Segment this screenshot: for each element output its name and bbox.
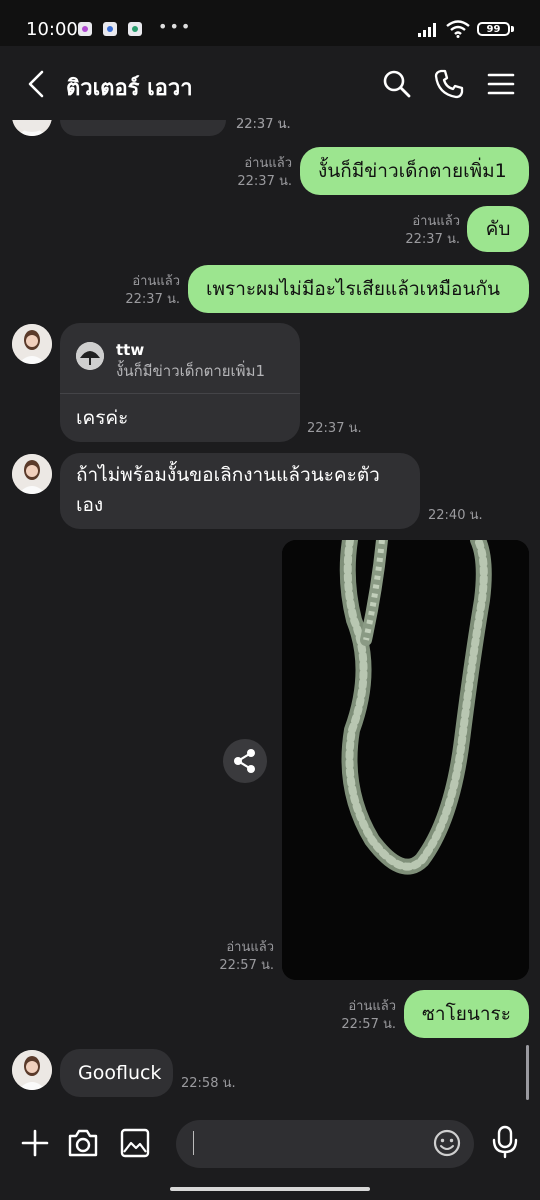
text-cursor xyxy=(193,1131,194,1155)
photo-message[interactable] xyxy=(282,540,529,980)
battery-icon: 99 xyxy=(477,22,510,36)
share-icon xyxy=(234,749,255,773)
message-time: 22:37 น. xyxy=(236,117,291,132)
message-bubble-partial-tail xyxy=(60,120,226,136)
message-bubble-outgoing[interactable]: งั้นก็มีข่าวเด็กตายเพิ่ม1 xyxy=(300,147,529,195)
menu-icon[interactable] xyxy=(485,68,517,100)
message-input[interactable] xyxy=(176,1120,474,1168)
quoted-avatar xyxy=(76,342,104,370)
more-notifications-icon: ••• xyxy=(158,17,193,36)
avatar-partial xyxy=(12,120,52,132)
plus-icon[interactable] xyxy=(20,1128,50,1158)
message-bubble-outgoing[interactable]: เพราะผมไม่มีอะไรเสียแล้วเหมือนกัน xyxy=(188,265,529,313)
message-bubble-incoming[interactable]: Goofluck xyxy=(60,1049,173,1097)
message-bubble-incoming[interactable]: ถ้าไม่พร้อมงั้นขอเลิกงานแล้วนะคะตัว เอง xyxy=(60,453,420,529)
home-indicator[interactable] xyxy=(170,1187,370,1191)
image-icon[interactable] xyxy=(119,1127,151,1159)
status-time: 10:00 xyxy=(26,19,78,40)
avatar[interactable] xyxy=(12,1050,52,1090)
signal-icon xyxy=(418,23,436,37)
message-bubble-outgoing[interactable]: คับ xyxy=(467,206,529,252)
read-receipt: อ่านแล้ว 22:37 น. xyxy=(405,214,460,247)
chevron-left-icon[interactable] xyxy=(22,68,54,100)
avatar[interactable] xyxy=(12,454,52,494)
chat-title: ติวเตอร์ เอวา xyxy=(66,76,193,101)
read-receipt: อ่านแล้ว 22:57 น. xyxy=(341,999,396,1032)
read-receipt: อ่านแล้ว 22:57 น. xyxy=(219,940,274,973)
share-button[interactable] xyxy=(223,739,267,783)
battery-tip xyxy=(511,26,514,32)
avatar[interactable] xyxy=(12,324,52,364)
message-time: 22:40 น. xyxy=(428,508,483,523)
microphone-icon[interactable] xyxy=(491,1125,519,1159)
phone-icon[interactable] xyxy=(433,68,465,100)
message-bubble-outgoing[interactable]: ซาโยนาระ xyxy=(404,990,529,1038)
message-time: 22:37 น. xyxy=(307,421,362,436)
wifi-icon xyxy=(446,20,470,38)
scrollbar[interactable] xyxy=(526,1045,529,1100)
search-icon[interactable] xyxy=(381,68,413,100)
notification-app-icon xyxy=(128,22,142,36)
reply-divider xyxy=(60,393,300,394)
read-receipt: อ่านแล้ว 22:37 น. xyxy=(125,274,180,307)
camera-icon[interactable] xyxy=(66,1127,100,1159)
read-receipt: อ่านแล้ว 22:37 น. xyxy=(237,156,292,189)
notification-app-icon xyxy=(78,22,92,36)
message-time: 22:58 น. xyxy=(181,1076,236,1091)
notification-app-icon xyxy=(103,22,117,36)
quoted-text: งั้นก็มีข่าวเด็กตายเพิ่ม1 xyxy=(116,362,265,380)
reply-text: เครค่ะ xyxy=(76,407,129,429)
reply-message-bubble[interactable]: ttw งั้นก็มีข่าวเด็กตายเพิ่ม1 เครค่ะ xyxy=(60,323,300,442)
emoji-icon[interactable] xyxy=(432,1128,462,1158)
